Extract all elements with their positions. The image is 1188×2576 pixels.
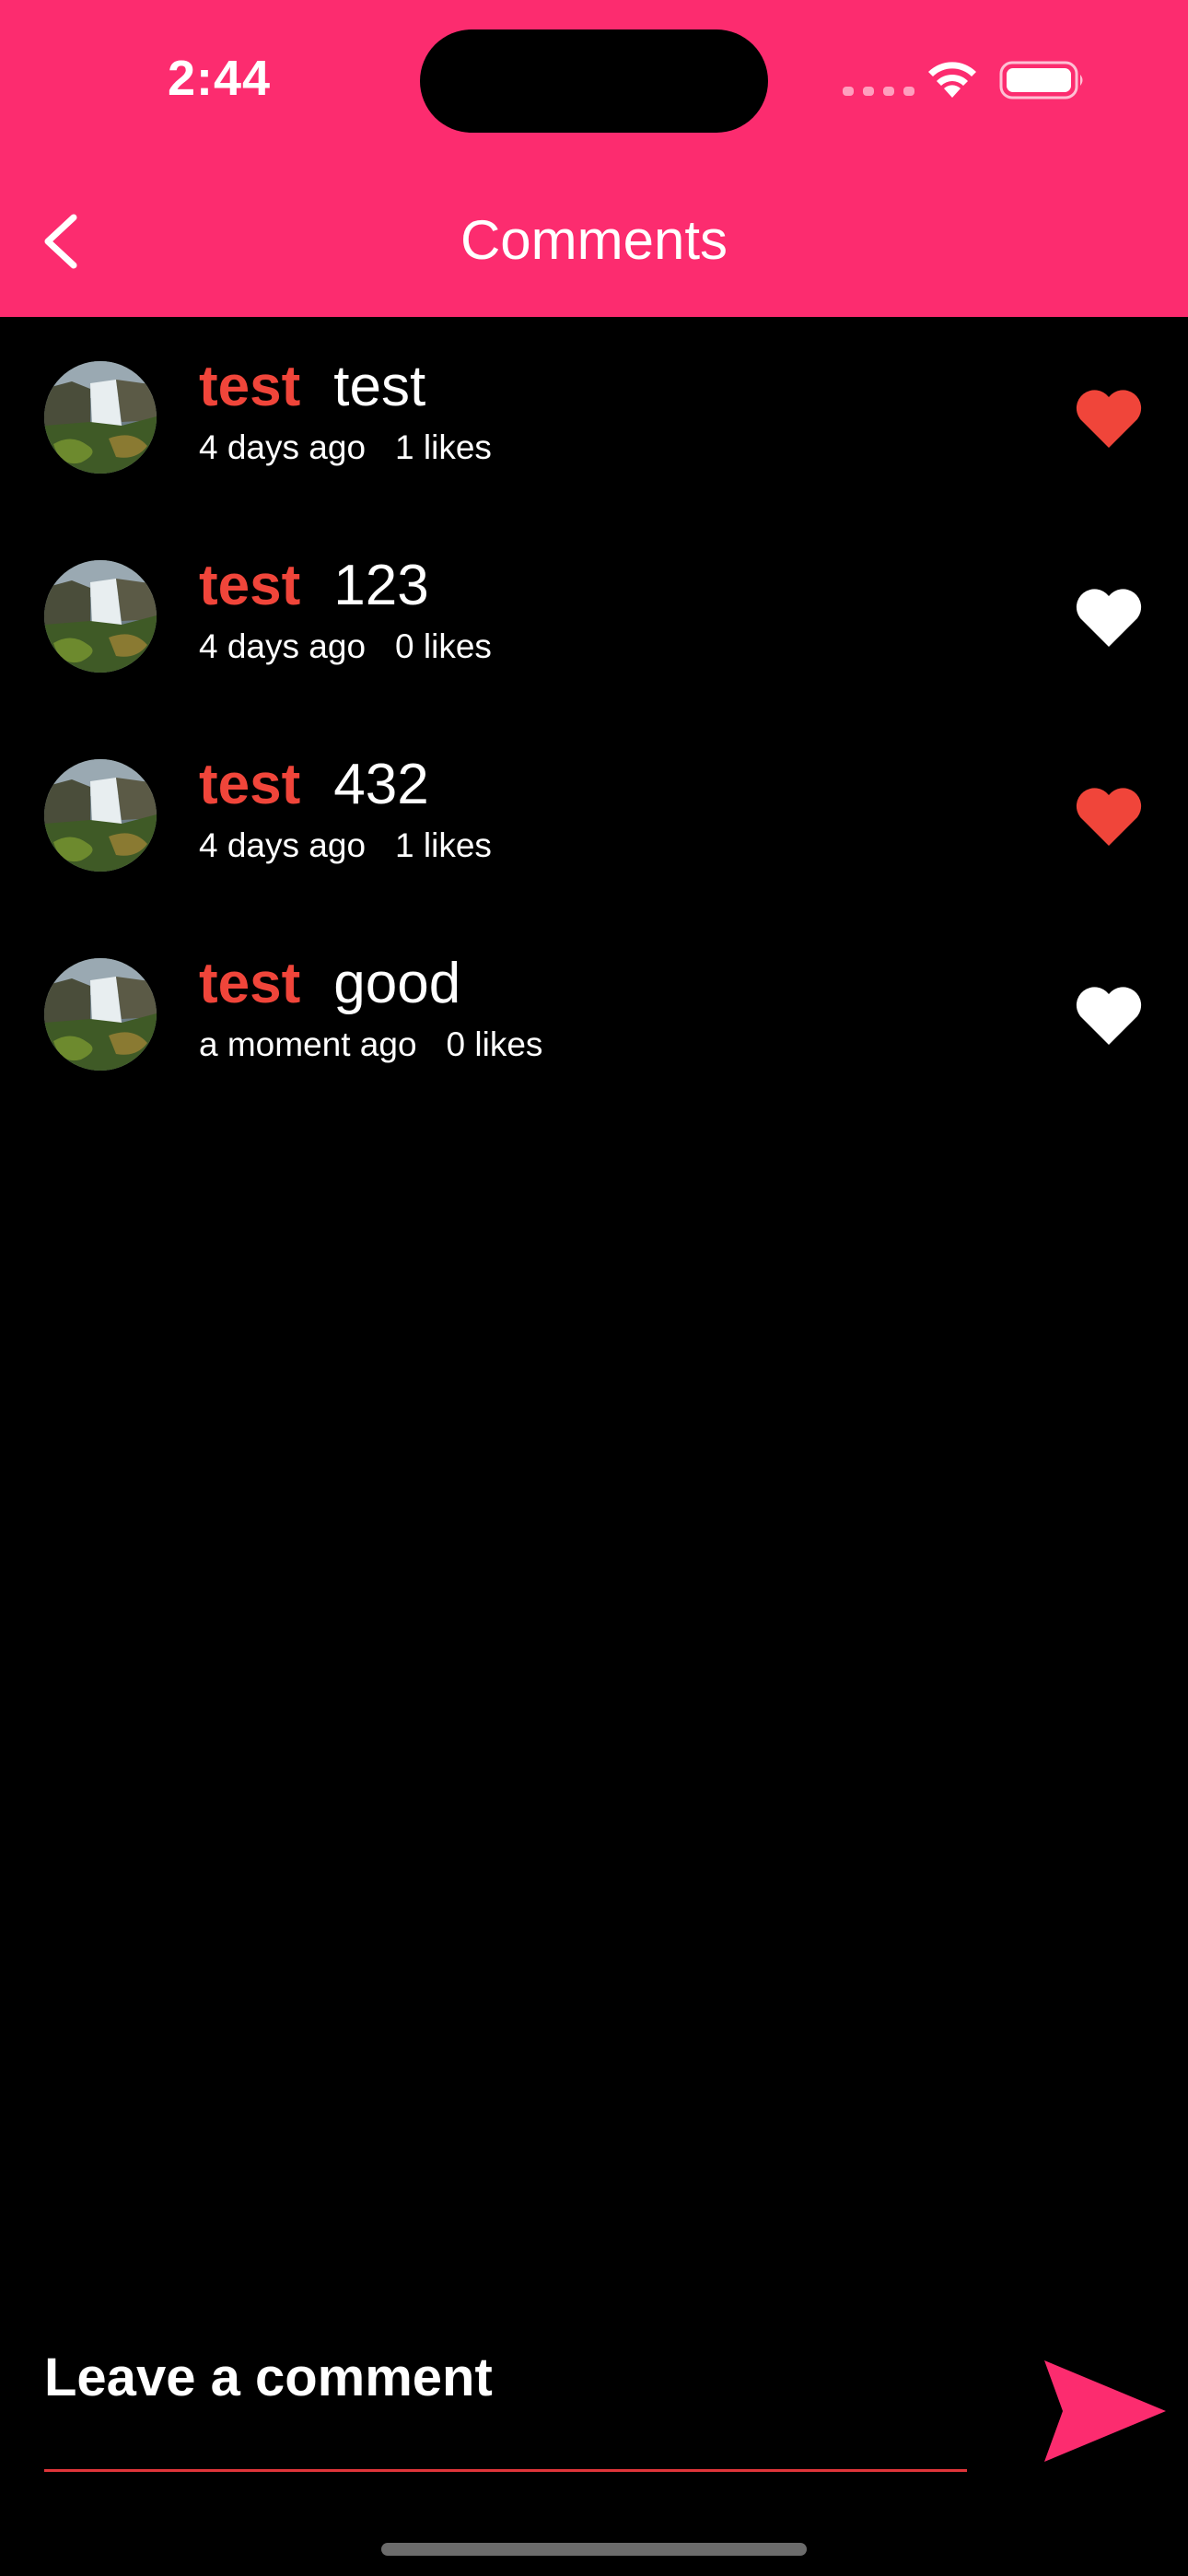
comment-likes-count: 1 likes xyxy=(395,826,492,864)
comment-username[interactable]: test xyxy=(199,354,300,419)
like-button[interactable] xyxy=(1074,584,1144,649)
like-button[interactable] xyxy=(1074,385,1144,450)
comment-row: test 432 4 days ago 1 likes xyxy=(0,715,1188,914)
input-underline xyxy=(44,2469,967,2472)
comment-line: test 432 xyxy=(199,752,492,817)
comment-likes-count: 1 likes xyxy=(395,428,492,466)
status-time: 2:44 xyxy=(168,51,272,106)
home-indicator xyxy=(381,2543,807,2556)
comment-username[interactable]: test xyxy=(199,553,300,618)
heart-icon xyxy=(1076,788,1142,846)
comment-text: test xyxy=(333,355,426,418)
cellular-signal-icon xyxy=(843,87,914,96)
comment-row: test test 4 days ago 1 likes xyxy=(0,317,1188,516)
comment-time: a moment ago xyxy=(199,1025,417,1063)
like-button[interactable] xyxy=(1074,783,1144,848)
avatar[interactable] xyxy=(44,958,157,1071)
battery-icon xyxy=(999,61,1083,100)
comment-text: 432 xyxy=(333,753,429,816)
comment-text: good xyxy=(333,952,461,1015)
comment-meta: 4 days ago 1 likes xyxy=(199,826,492,865)
dynamic-island xyxy=(420,29,768,133)
page-title: Comments xyxy=(460,209,728,271)
comment-input[interactable] xyxy=(44,2342,967,2412)
comment-line: test 123 xyxy=(199,553,492,618)
avatar[interactable] xyxy=(44,361,157,474)
comments-list: test test 4 days ago 1 likes test 123 4 … xyxy=(0,317,1188,1113)
heart-icon xyxy=(1076,589,1142,647)
header-bar: 2:44 Comments xyxy=(0,0,1188,317)
comment-meta: 4 days ago 1 likes xyxy=(199,428,492,467)
heart-icon xyxy=(1076,390,1142,448)
comment-likes-count: 0 likes xyxy=(395,627,492,665)
comment-body: test 123 4 days ago 0 likes xyxy=(199,553,492,666)
like-button[interactable] xyxy=(1074,982,1144,1047)
comment-likes-count: 0 likes xyxy=(446,1025,543,1063)
comments-screen: 2:44 Comments test test 4 days ago 1 lik… xyxy=(0,0,1188,2576)
comment-body: test test 4 days ago 1 likes xyxy=(199,354,492,467)
avatar[interactable] xyxy=(44,759,157,872)
send-icon xyxy=(1044,2360,1166,2462)
send-button[interactable] xyxy=(1042,2359,1168,2464)
wifi-icon xyxy=(928,62,976,98)
comment-time: 4 days ago xyxy=(199,826,367,864)
comment-line: test good xyxy=(199,951,542,1016)
comment-text: 123 xyxy=(333,554,429,617)
comment-username[interactable]: test xyxy=(199,752,300,817)
comment-row: test good a moment ago 0 likes xyxy=(0,914,1188,1113)
comment-row: test 123 4 days ago 0 likes xyxy=(0,516,1188,715)
comment-line: test test xyxy=(199,354,492,419)
heart-icon xyxy=(1076,987,1142,1045)
avatar[interactable] xyxy=(44,560,157,673)
comment-time: 4 days ago xyxy=(199,627,367,665)
comment-body: test good a moment ago 0 likes xyxy=(199,951,542,1064)
comment-meta: 4 days ago 0 likes xyxy=(199,627,492,666)
comment-time: 4 days ago xyxy=(199,428,367,466)
comment-body: test 432 4 days ago 1 likes xyxy=(199,752,492,865)
comment-username[interactable]: test xyxy=(199,951,300,1016)
comment-meta: a moment ago 0 likes xyxy=(199,1025,542,1064)
